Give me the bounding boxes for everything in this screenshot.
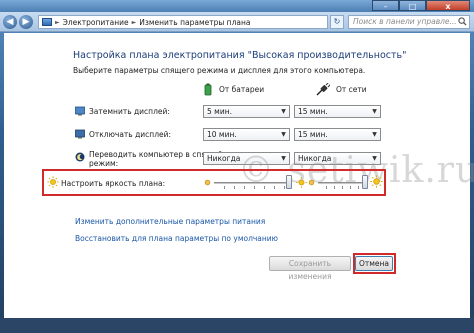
chevron-down-icon: ▼ [281,108,286,115]
maximize-button[interactable]: □ [399,0,426,11]
breadcrumb-edit-plan[interactable]: Изменить параметры плана [139,18,250,27]
cancel-button[interactable]: Отмена [355,256,393,271]
forward-icon[interactable]: ▶ [19,15,33,29]
brightness-ac-slider[interactable] [318,175,374,189]
slider-tick [224,186,225,189]
close-button[interactable]: x [426,0,470,11]
column-battery: От батареи [203,83,264,96]
navigation-bar: ◀ ▶ ► Электропитание ► Изменить параметр… [0,12,474,32]
dim-display-label: Затемнить дисплей: [89,107,170,116]
slider-track [214,182,292,184]
slider-tick [358,186,359,189]
turn-off-display-battery-select[interactable]: 10 мин. ▼ [203,128,290,141]
slider-tick [254,186,255,189]
battery-icon [204,83,212,96]
slider-tick [284,186,285,189]
control-panel-icon [42,18,52,26]
brightness-battery-slider[interactable] [214,175,298,189]
turn-off-display-label: Отключать дисплей: [89,130,172,139]
titlebar[interactable]: – □ x [0,0,474,12]
sleep-icon [75,152,85,162]
advanced-settings-link[interactable]: Изменить дополнительные параметры питани… [75,217,265,226]
column-ac: От сети [316,83,367,96]
brightness-ac-thumb[interactable] [362,175,368,189]
brightness-label: Настроить яркость плана: [61,179,166,188]
slider-tick [264,186,265,189]
save-changes-button[interactable]: Сохранить изменения [269,256,351,281]
brightness-low-icon [204,179,211,186]
brightness-low-icon-ac [308,179,315,186]
back-icon[interactable]: ◀ [3,15,17,29]
sun-bright-icon [370,175,383,188]
restore-defaults-link[interactable]: Восстановить для плана параметры по умол… [75,234,278,243]
chevron-down-icon: ▼ [281,131,286,138]
turn-off-display-icon [75,129,85,139]
chevron-down-icon: ▼ [372,131,377,138]
breadcrumb-separator-2: ► [131,18,137,26]
breadcrumb-power-options[interactable]: Электропитание [63,18,129,27]
page-title: Настройка плана электропитания "Высокая … [73,50,407,61]
brightness-high-icon [296,177,307,188]
slider-tick [274,186,275,189]
dim-display-battery-select[interactable]: 5 мин. ▼ [203,105,290,118]
minimize-button[interactable]: – [372,0,399,11]
chevron-down-icon: ▼ [372,108,377,115]
breadcrumb-separator: ► [55,18,60,26]
turn-off-display-ac-select[interactable]: 15 мин. ▼ [294,128,381,141]
brightness-battery-thumb[interactable] [286,175,292,189]
refresh-icon[interactable]: ↻ [330,15,344,29]
page-subtitle: Выберите параметры спящего режима и дисп… [73,66,366,75]
dim-display-ac-select[interactable]: 15 мин. ▼ [294,105,381,118]
sun-icon [47,176,59,188]
search-icon[interactable] [458,17,467,26]
slider-tick [342,186,343,189]
slider-tick [326,186,327,189]
slider-tick [244,186,245,189]
slider-tick [350,186,351,189]
slider-tick [234,186,235,189]
address-bar[interactable]: ► Электропитание ► Изменить параметры пл… [38,15,328,29]
search-input[interactable]: Поиск в панели управле... [348,15,470,29]
window-bottom-edge [0,318,474,333]
slider-tick [334,186,335,189]
slider-track [318,182,368,184]
power-plug-icon [316,83,330,96]
dim-display-icon [75,106,85,116]
